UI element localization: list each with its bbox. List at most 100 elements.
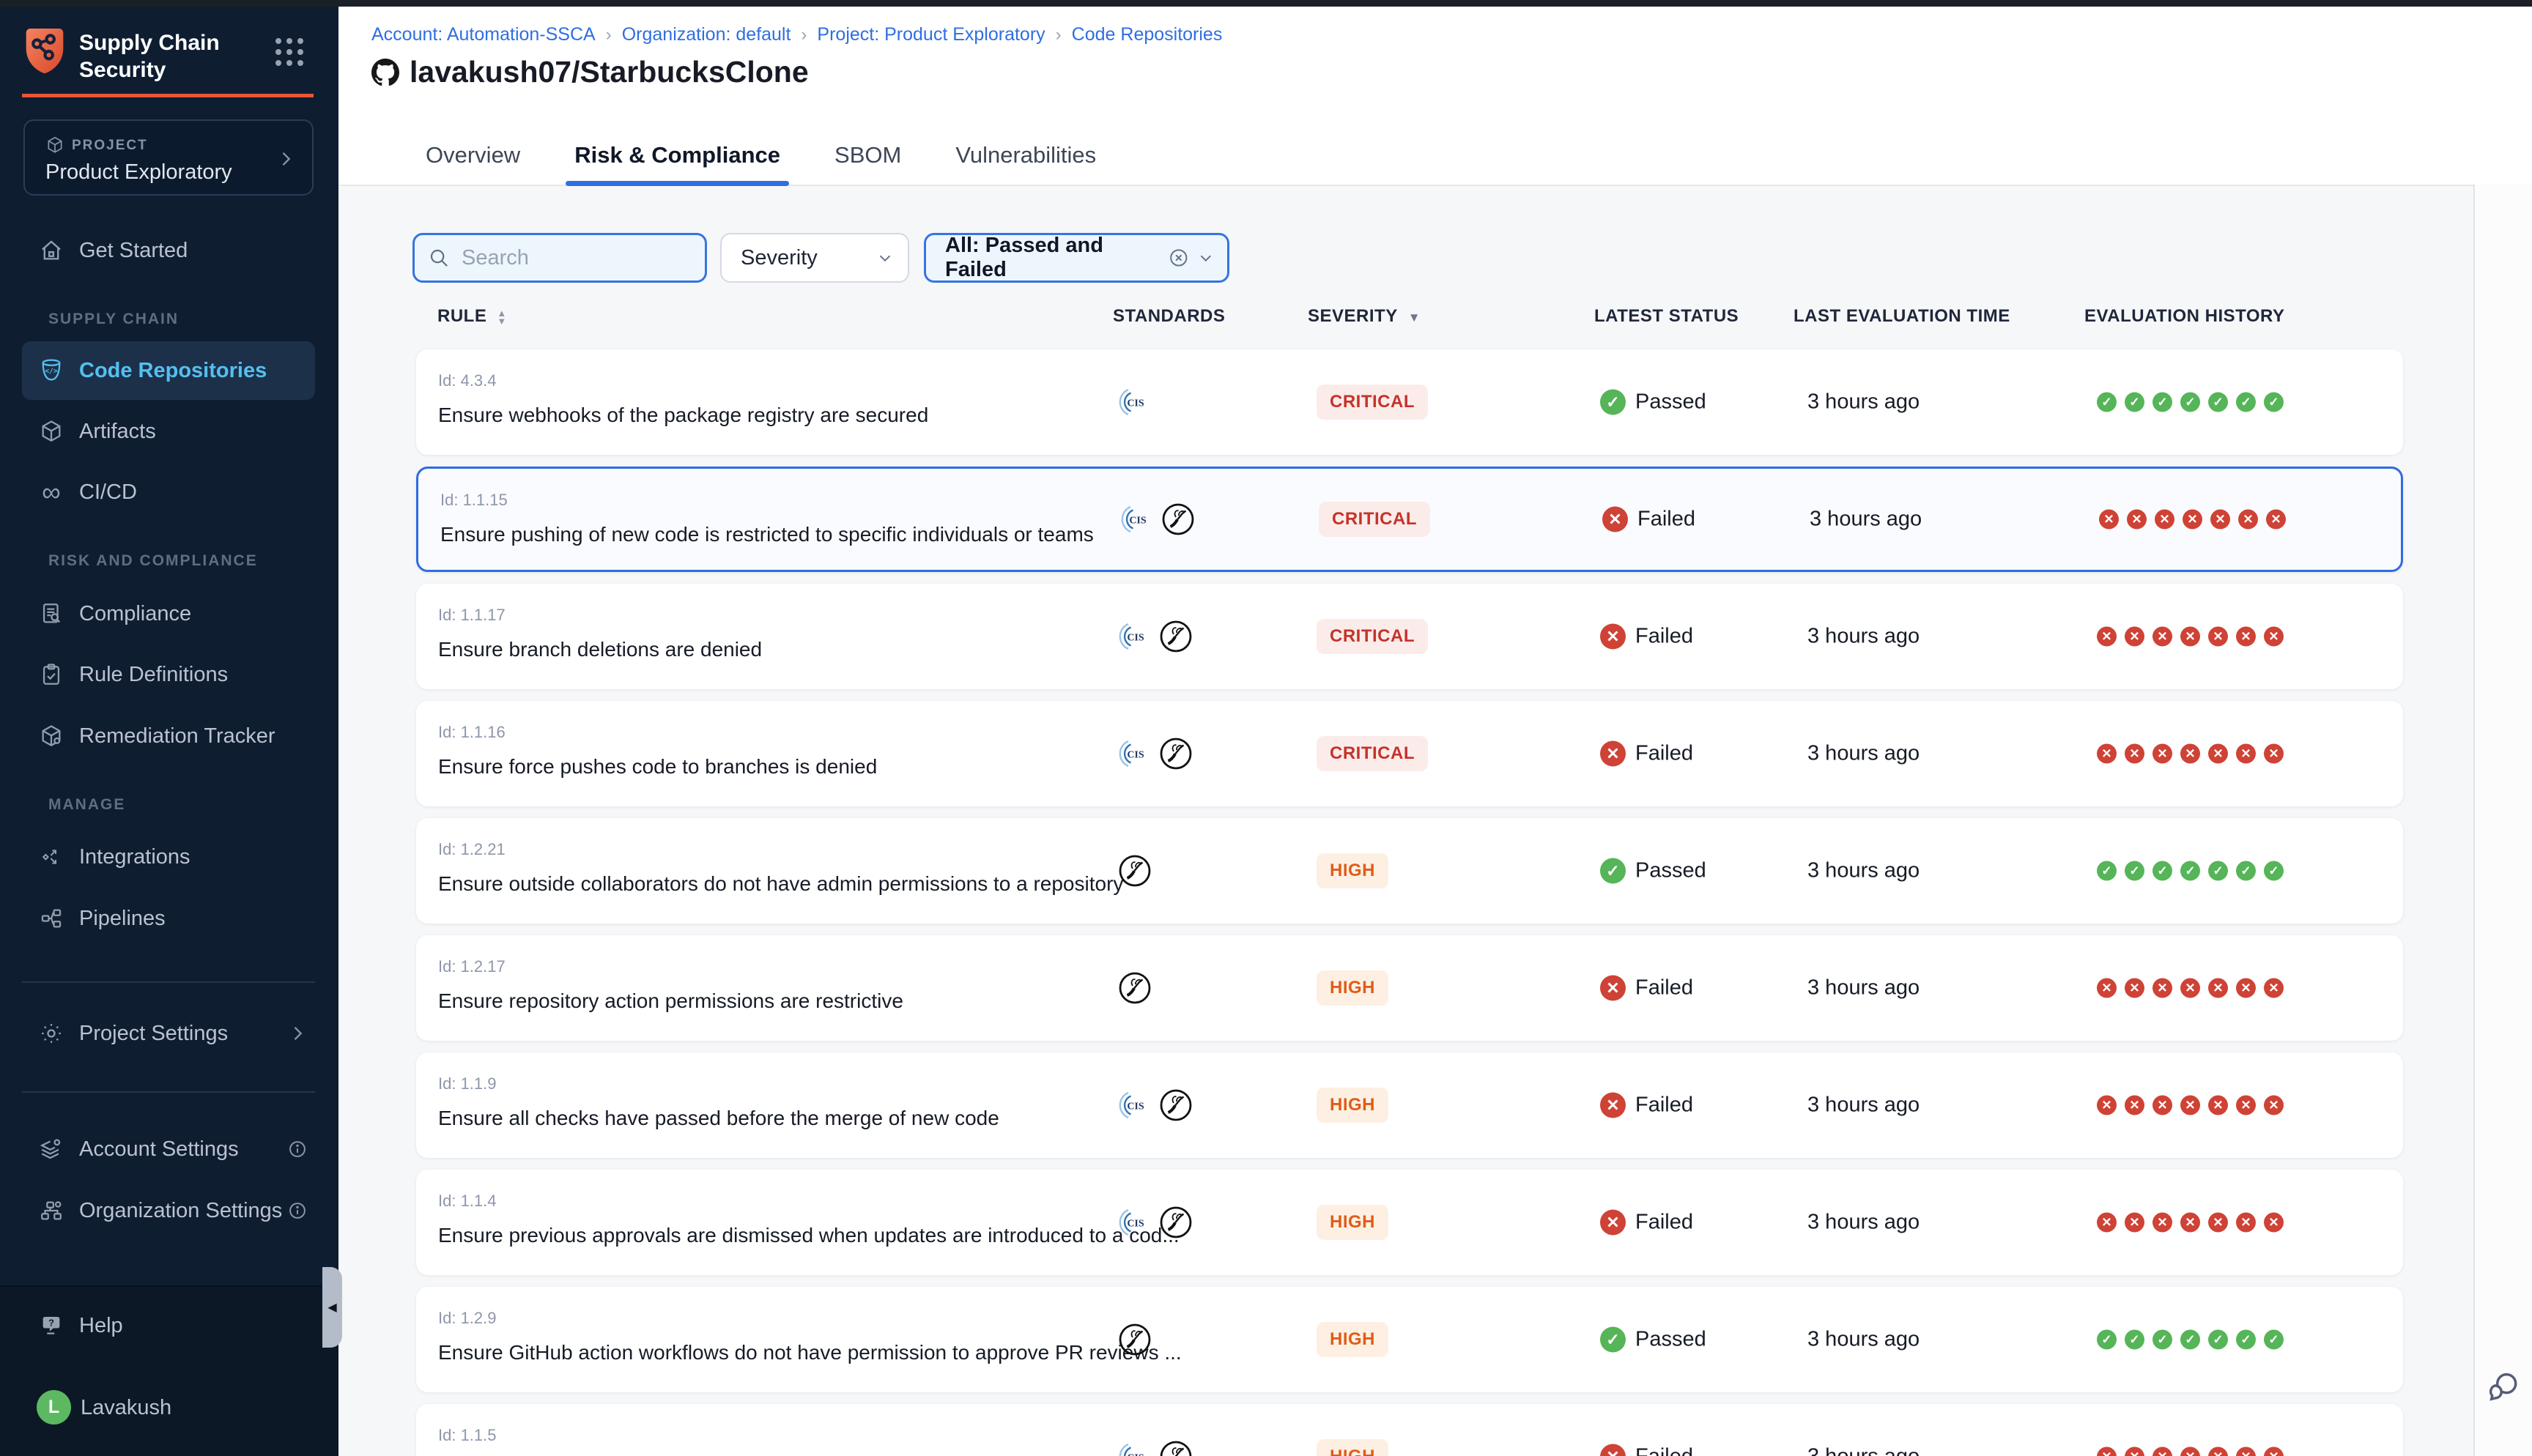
- tab-sbom[interactable]: SBOM: [832, 142, 904, 186]
- status-icon: [1600, 1093, 1626, 1118]
- rule-id: Id: 1.1.4: [438, 1192, 497, 1211]
- table-header: RULE STANDARDS SEVERITY LATEST STATUS LA…: [416, 302, 2403, 334]
- sidebar-item-account-settings[interactable]: Account Settings: [22, 1126, 315, 1173]
- table-row[interactable]: Id: 1.2.17 Ensure repository action perm…: [416, 935, 2403, 1041]
- status-text: Passed: [1635, 859, 1706, 883]
- breadcrumb-separator-icon: ›: [801, 25, 807, 45]
- history-result-icon: [2236, 744, 2256, 764]
- latest-status-cell: Failed: [1600, 1210, 1693, 1236]
- sidebar-item-compliance[interactable]: Compliance: [22, 590, 315, 637]
- severity-badge: HIGH: [1317, 1088, 1388, 1123]
- sidebar-item-project-settings[interactable]: Project Settings: [22, 1010, 315, 1057]
- cis-icon: CIS: [1117, 1206, 1151, 1239]
- sidebar-item-help[interactable]: ? Help: [22, 1302, 315, 1349]
- history-result-icon: [2264, 393, 2284, 412]
- history-result-icon: [2125, 393, 2144, 412]
- table-row[interactable]: Id: 1.1.4 Ensure previous approvals are …: [416, 1170, 2403, 1275]
- severity-badge: CRITICAL: [1317, 736, 1428, 771]
- breadcrumb-separator-icon: ›: [1056, 25, 1062, 45]
- latest-status-cell: Passed: [1600, 1327, 1706, 1353]
- standards-cell: CIS: [1119, 502, 1196, 537]
- status-filter-dropdown[interactable]: All: Passed and Failed: [924, 233, 1229, 283]
- breadcrumb-account[interactable]: Account: Automation-SSCA: [371, 24, 596, 45]
- table-row[interactable]: Id: 1.1.15 Ensure pushing of new code is…: [416, 467, 2403, 572]
- severity-badge: CRITICAL: [1317, 619, 1428, 654]
- history-result-icon: [2180, 1447, 2200, 1456]
- sidebar-item-organization-settings[interactable]: Organization Settings: [22, 1187, 315, 1234]
- feedback-chat-icon[interactable]: [2485, 1368, 2523, 1406]
- table-row[interactable]: Id: 1.1.17 Ensure branch deletions are d…: [416, 584, 2403, 689]
- sidebar-item-integrations[interactable]: Integrations: [22, 833, 315, 880]
- history-result-icon: [2097, 1330, 2117, 1350]
- info-icon[interactable]: [287, 1139, 308, 1159]
- tab-risk-and-compliance[interactable]: Risk & Compliance: [571, 142, 783, 186]
- breadcrumb-project[interactable]: Project: Product Exploratory: [817, 24, 1045, 45]
- sort-desc-icon[interactable]: [1408, 311, 1421, 324]
- project-selector[interactable]: PROJECT Product Exploratory: [23, 119, 314, 196]
- tab-vulnerabilities[interactable]: Vulnerabilities: [952, 142, 1099, 186]
- evaluation-history: [2097, 1330, 2284, 1350]
- clear-filter-icon[interactable]: [1168, 247, 1190, 269]
- breadcrumb-organization[interactable]: Organization: default: [622, 24, 791, 45]
- sidebar-item-rule-definitions[interactable]: Rule Definitions: [22, 651, 315, 698]
- table-row[interactable]: Id: 4.3.4 Ensure webhooks of the package…: [416, 349, 2403, 455]
- table-row[interactable]: Id: 1.2.9 Ensure GitHub action workflows…: [416, 1287, 2403, 1392]
- severity-filter-dropdown[interactable]: Severity: [720, 233, 909, 283]
- sidebar-item-remediation-tracker[interactable]: Remediation Tracker: [22, 713, 315, 759]
- sidebar-item-cicd[interactable]: CI/CD: [22, 469, 315, 516]
- sort-icon[interactable]: [497, 309, 506, 325]
- rule-id: Id: 4.3.4: [438, 371, 497, 390]
- sidebar-item-get-started[interactable]: Get Started: [22, 227, 315, 274]
- user-name[interactable]: Lavakush: [81, 1396, 171, 1420]
- sidebar-item-code-repositories[interactable]: </> Code Repositories: [22, 341, 315, 400]
- last-evaluation-time: 3 hours ago: [1807, 976, 1920, 1000]
- history-result-icon: [2099, 510, 2119, 530]
- rule-name: Ensure outside collaborators do not have…: [438, 872, 1123, 896]
- history-result-icon: [2125, 861, 2144, 881]
- history-result-icon: [2152, 744, 2172, 764]
- section-risk-and-compliance: RISK AND COMPLIANCE: [48, 552, 258, 570]
- table-row[interactable]: Id: 1.1.9 Ensure all checks have passed …: [416, 1052, 2403, 1158]
- user-avatar[interactable]: L: [37, 1390, 71, 1425]
- history-result-icon: [2208, 1213, 2228, 1233]
- history-result-icon: [2238, 510, 2258, 530]
- standards-cell: CIS: [1117, 619, 1193, 654]
- history-result-icon: [2097, 1447, 2117, 1456]
- cis-icon: CIS: [1117, 620, 1151, 653]
- artifacts-cube-icon: [38, 418, 64, 445]
- severity-badge: HIGH: [1317, 1205, 1388, 1240]
- evaluation-history: [2097, 1447, 2284, 1456]
- app-switcher-icon[interactable]: [275, 38, 305, 67]
- history-result-icon: [2125, 1213, 2144, 1233]
- evaluation-history: [2097, 393, 2284, 412]
- sidebar-collapse-handle[interactable]: [322, 1267, 342, 1348]
- document-search-icon: [38, 601, 64, 627]
- tab-overview[interactable]: Overview: [423, 142, 523, 186]
- breadcrumb-code-repositories[interactable]: Code Repositories: [1072, 24, 1223, 45]
- owasp-icon: [1158, 619, 1193, 654]
- last-evaluation-time: 3 hours ago: [1807, 742, 1920, 766]
- history-result-icon: [2264, 744, 2284, 764]
- table-row[interactable]: Id: 1.1.16 Ensure force pushes code to b…: [416, 701, 2403, 806]
- status-text: Failed: [1635, 976, 1693, 1000]
- history-result-icon: [2266, 510, 2286, 530]
- history-result-icon: [2208, 1096, 2228, 1115]
- last-evaluation-time: 3 hours ago: [1807, 390, 1920, 415]
- sidebar-item-artifacts[interactable]: Artifacts: [22, 408, 315, 455]
- search-input[interactable]: [460, 245, 675, 271]
- last-evaluation-time: 3 hours ago: [1807, 1093, 1920, 1118]
- sidebar-item-pipelines[interactable]: Pipelines: [22, 895, 315, 942]
- svg-text:CIS: CIS: [1127, 1453, 1144, 1456]
- evaluation-history: [2099, 510, 2286, 530]
- evaluation-history: [2097, 744, 2284, 764]
- history-result-icon: [2152, 393, 2172, 412]
- info-icon[interactable]: [287, 1200, 308, 1221]
- evaluation-history: [2097, 861, 2284, 881]
- integrations-icon: [38, 844, 64, 870]
- history-result-icon: [2180, 1213, 2200, 1233]
- table-row[interactable]: Id: 1.1.5 CIS HIGH Failed 3 hours ago: [416, 1404, 2403, 1456]
- status-icon: [1600, 1210, 1626, 1236]
- history-result-icon: [2097, 627, 2117, 647]
- history-result-icon: [2180, 1330, 2200, 1350]
- table-row[interactable]: Id: 1.2.21 Ensure outside collaborators …: [416, 818, 2403, 924]
